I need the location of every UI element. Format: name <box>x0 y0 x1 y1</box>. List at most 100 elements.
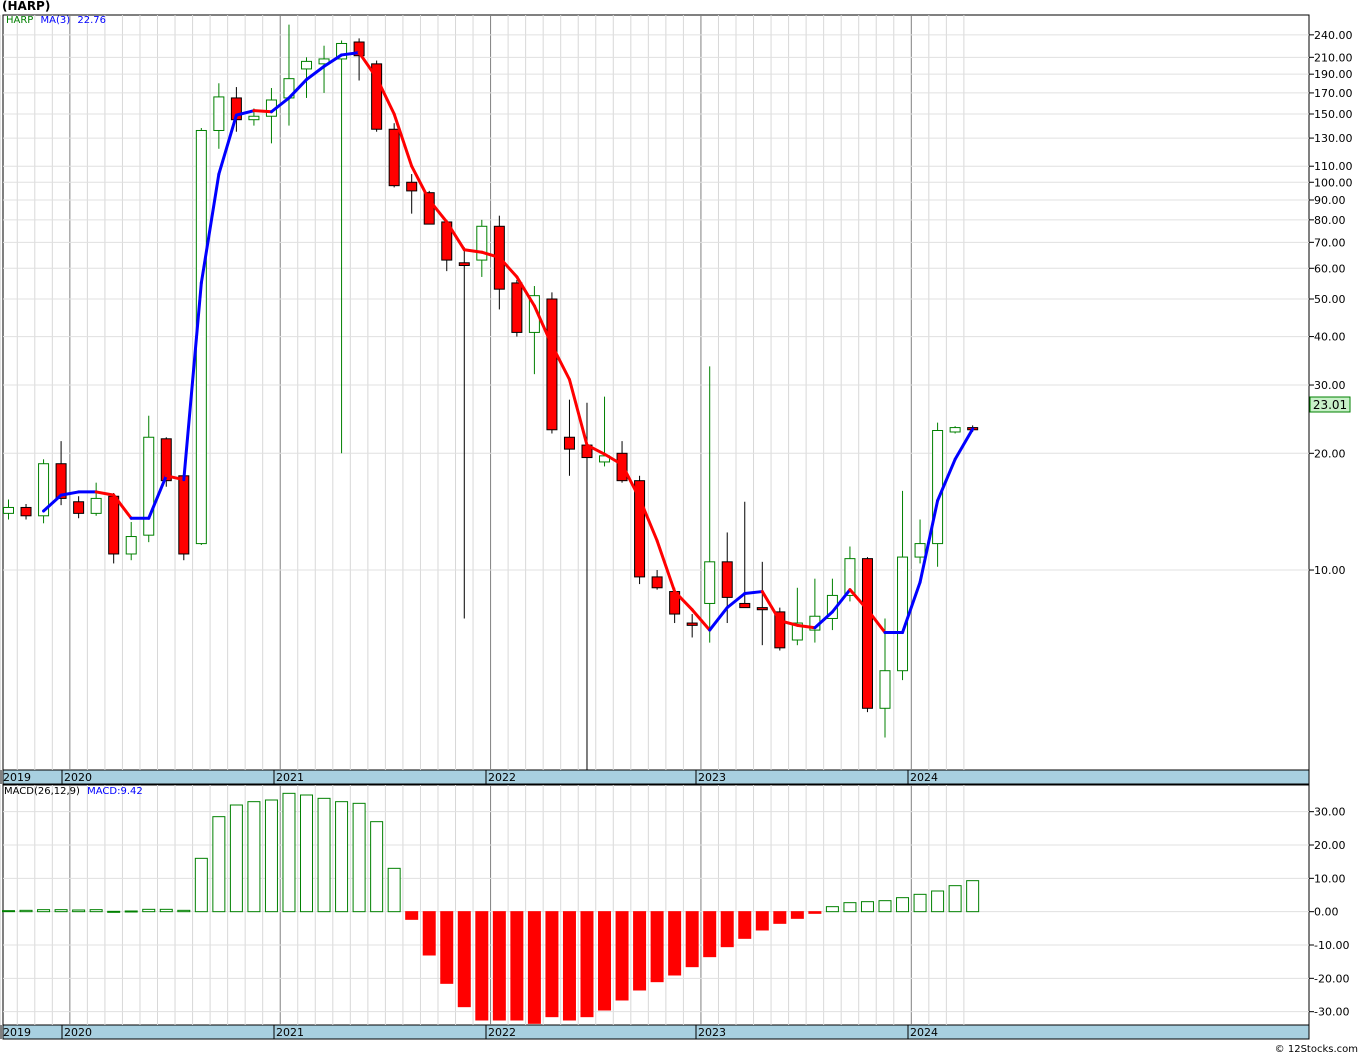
chart-title: (HARP) <box>2 0 51 13</box>
price-legend: HARP MA(3) 22.76 <box>6 15 106 26</box>
macd-bar <box>440 911 454 984</box>
price-axis: 240.00 210.00 190.00 170.00 150.00 130.00 110.… <box>1309 29 1353 577</box>
macd-tick-label: -30.00 <box>1314 1006 1349 1019</box>
macd-bar <box>335 801 349 913</box>
price-tick-label: 90.00 <box>1314 194 1346 207</box>
macd-bar <box>825 906 839 913</box>
price-tick-label: 150.00 <box>1314 108 1353 121</box>
date-label: 2021 <box>276 771 304 784</box>
macd-bar <box>650 911 664 983</box>
macd-legend: MACD(26,12,9) MACD:9.42 <box>4 786 143 797</box>
macd-bar <box>580 911 594 1018</box>
candle-body <box>721 561 733 598</box>
candle-body <box>20 506 32 517</box>
price-tick-label: 80.00 <box>1314 214 1346 227</box>
macd-bar <box>387 867 401 913</box>
price-tick-label: 210.00 <box>1314 51 1353 64</box>
date-label: 2020 <box>64 1026 92 1039</box>
candle-body <box>897 556 909 672</box>
macd-bar <box>738 911 752 939</box>
macd-bar <box>562 911 576 1021</box>
macd-tick-label: -20.00 <box>1314 972 1349 985</box>
price-tick-label: 60.00 <box>1314 262 1346 275</box>
macd-label: MACD(26,12,9) <box>4 786 80 797</box>
macd-bar <box>19 909 33 913</box>
macd-bar <box>510 911 524 1021</box>
candle-body <box>108 495 120 555</box>
macd-bar <box>107 910 121 913</box>
macd-bar <box>159 908 173 913</box>
macd-bar <box>878 900 892 913</box>
price-tick-label: 30.00 <box>1314 379 1346 392</box>
macd-tick-label: 10.00 <box>1314 872 1346 885</box>
macd-bar <box>247 801 261 913</box>
candle-body <box>704 561 716 604</box>
macd-bar <box>492 911 506 1021</box>
ma-label: MA(3) <box>40 15 71 26</box>
price-tick-label: 190.00 <box>1314 68 1353 81</box>
chart-canvas: 240.00 210.00 190.00 170.00 150.00 130.00 110.… <box>0 14 1353 1040</box>
price-tick-label: 10.00 <box>1314 564 1346 577</box>
candle-body <box>90 497 102 514</box>
ticker-symbol: HARP <box>6 15 34 26</box>
macd-bar <box>790 911 804 919</box>
candle-body <box>739 602 751 609</box>
macd-bar <box>720 911 734 948</box>
macd-axis: 30.00 20.00 10.00 0.00 -10.00 -20.00 -30.00 <box>1309 806 1349 1019</box>
macd-bar <box>475 911 489 1021</box>
ma-value: 22.76 <box>77 15 106 26</box>
price-date-band <box>2 769 1310 785</box>
candle-body <box>879 670 891 709</box>
macd-bar <box>860 901 874 913</box>
macd-bar <box>194 857 208 913</box>
macd-bar <box>685 911 699 968</box>
price-tick-label: 70.00 <box>1314 236 1346 249</box>
candle-body <box>546 298 558 431</box>
price-tick-label: 40.00 <box>1314 331 1346 344</box>
candle-body <box>651 576 663 589</box>
macd-bar <box>755 911 769 931</box>
date-label: 2023 <box>698 771 726 784</box>
macd-bar <box>89 909 103 913</box>
macd-bar <box>72 909 86 913</box>
candle-body <box>932 429 944 545</box>
macd-bar <box>317 797 331 913</box>
candle-body <box>388 128 400 187</box>
price-tick-label: 50.00 <box>1314 293 1346 306</box>
macd-tick-label: 0.00 <box>1314 906 1339 919</box>
candle-body <box>949 427 961 433</box>
ma-segment <box>743 590 764 595</box>
last-price-tag: 23.01 <box>1309 396 1351 413</box>
candle-body <box>125 536 137 555</box>
macd-bar <box>352 802 366 913</box>
macd-bar <box>142 908 156 913</box>
macd-bar <box>545 911 559 1018</box>
macd-bar <box>264 799 278 913</box>
macd-bar <box>966 880 980 913</box>
candle-body <box>178 475 190 555</box>
candle-body <box>248 115 260 121</box>
macd-tick-label: 30.00 <box>1314 806 1346 819</box>
macd-bar <box>212 816 226 913</box>
candle-body <box>3 506 14 514</box>
macd-bar <box>615 911 629 1001</box>
candle-body <box>458 262 470 267</box>
date-label: 2022 <box>488 1026 516 1039</box>
candle-body <box>143 436 155 536</box>
macd-bar <box>405 911 419 920</box>
candle-body <box>914 543 926 558</box>
macd-bar <box>370 821 384 913</box>
candle-body <box>861 558 873 709</box>
candle-body <box>476 225 488 261</box>
macd-tick-label: 20.00 <box>1314 839 1346 852</box>
macd-bar <box>527 911 541 1024</box>
macd-bar <box>598 911 612 1011</box>
macd-bar <box>773 911 787 924</box>
candle-body <box>301 60 313 70</box>
macd-bar <box>54 909 68 913</box>
macd-bar <box>457 911 471 1008</box>
date-label: 2024 <box>910 1026 938 1039</box>
macd-bar <box>124 910 138 913</box>
macd-bar <box>37 909 51 913</box>
macd-bar <box>913 893 927 913</box>
